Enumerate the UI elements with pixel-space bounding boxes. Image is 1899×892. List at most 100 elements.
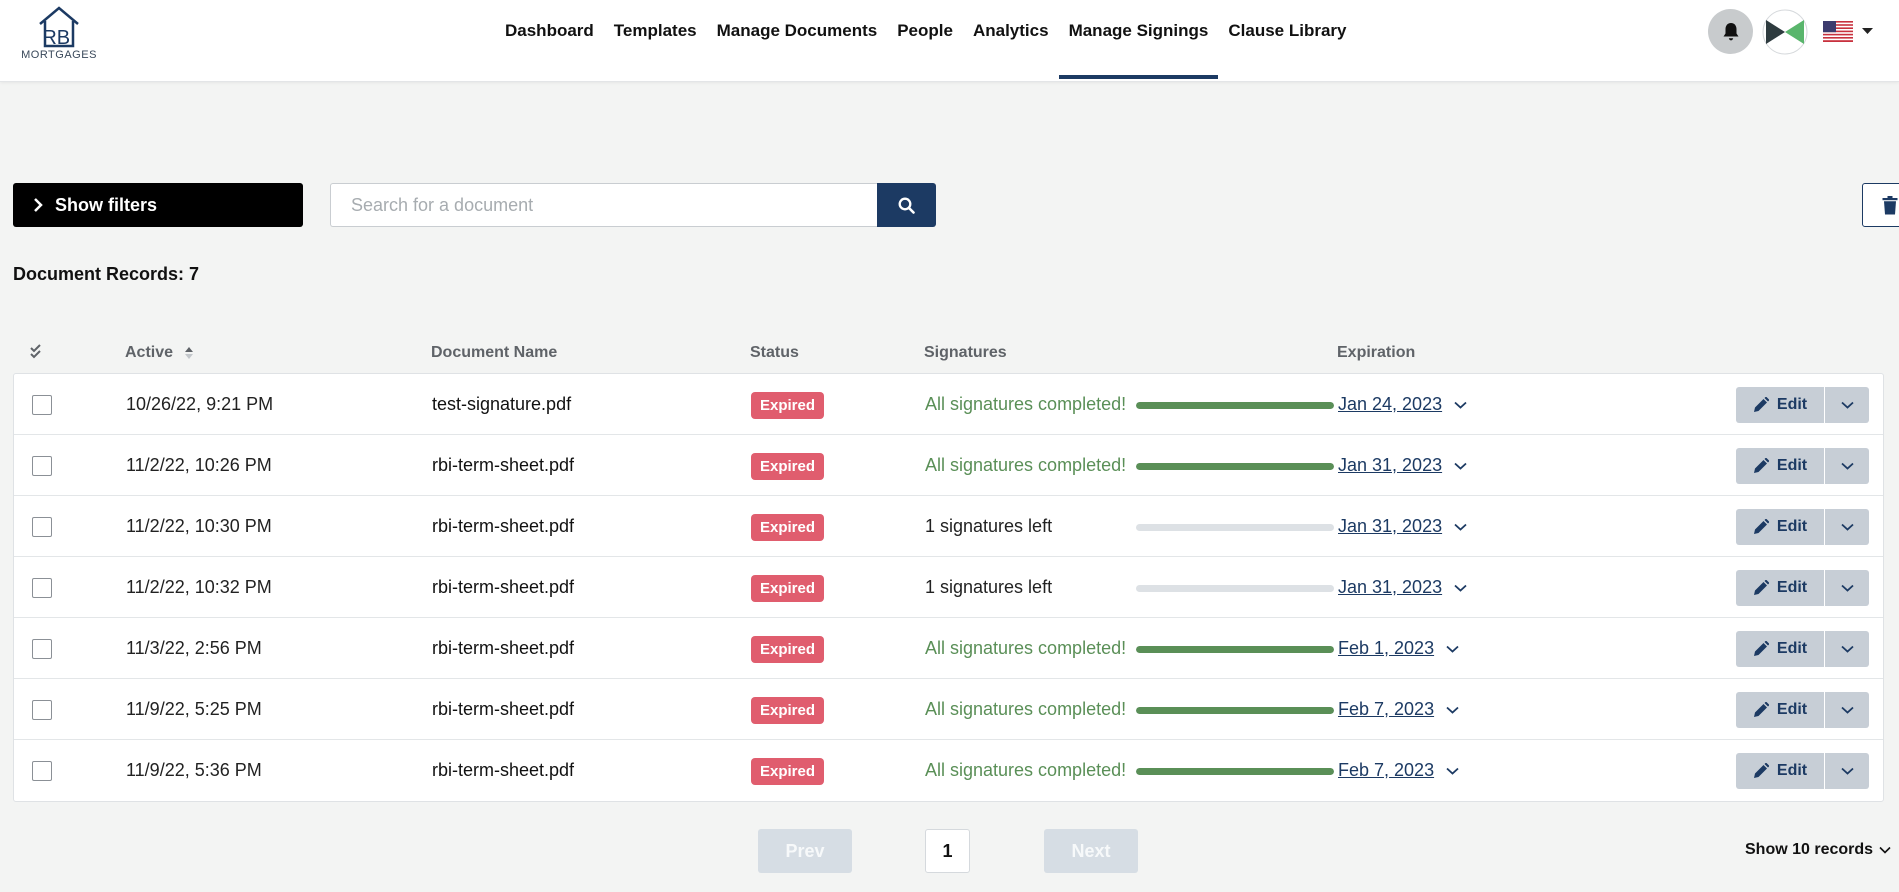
show-records-label: Show 10 records xyxy=(1745,841,1874,858)
trash-icon xyxy=(1882,195,1898,214)
table-row[interactable]: 11/2/22, 10:26 PM rbi-term-sheet.pdf Expir… xyxy=(14,435,1883,496)
chevron-down-icon xyxy=(1840,767,1854,775)
language-selector[interactable] xyxy=(1823,21,1853,42)
show-records-dropdown[interactable]: Show 10 records xyxy=(1745,841,1891,859)
expiration-date-text: Jan 31, 2023 xyxy=(1338,516,1443,536)
row-actions-dropdown[interactable] xyxy=(1825,387,1869,423)
show-filters-button[interactable]: Show filters xyxy=(13,183,303,227)
delete-button[interactable] xyxy=(1862,183,1899,227)
signatures-status: All signatures completed! xyxy=(925,455,1127,475)
language-caret-icon[interactable] xyxy=(1862,27,1873,35)
expiration-date[interactable]: Jan 31, 2023 xyxy=(1338,496,1467,557)
pencil-icon xyxy=(1753,458,1769,473)
row-actions-dropdown[interactable] xyxy=(1825,753,1869,789)
row-checkbox[interactable] xyxy=(32,456,52,476)
edit-button[interactable]: Edit xyxy=(1736,570,1824,606)
document-name[interactable]: rbi-term-sheet.pdf xyxy=(432,435,574,496)
nav-item-analytics[interactable]: Analytics xyxy=(963,0,1059,79)
row-checkbox[interactable] xyxy=(32,517,52,537)
page-number-button[interactable]: 1 xyxy=(925,829,970,873)
table-row[interactable]: 11/2/22, 10:30 PM rbi-term-sheet.pdf Expir… xyxy=(14,496,1883,557)
edit-button[interactable]: Edit xyxy=(1736,753,1824,789)
table-row[interactable]: 11/2/22, 10:32 PM rbi-term-sheet.pdf Expir… xyxy=(14,557,1883,618)
signature-progress-fill xyxy=(1136,646,1334,653)
expiration-date[interactable]: Feb 1, 2023 xyxy=(1338,618,1459,679)
status-badge: Expired xyxy=(751,453,825,480)
signature-progress-bar xyxy=(1136,585,1334,592)
chevron-down-icon xyxy=(1840,645,1854,653)
document-name[interactable]: rbi-term-sheet.pdf xyxy=(432,679,574,740)
row-actions-dropdown[interactable] xyxy=(1825,509,1869,545)
signature-progress-fill xyxy=(1136,707,1334,714)
signature-progress-fill xyxy=(1136,463,1334,470)
document-name[interactable]: test-signature.pdf xyxy=(432,374,571,435)
document-name[interactable]: rbi-term-sheet.pdf xyxy=(432,557,574,618)
edit-label: Edit xyxy=(1776,701,1808,718)
edit-button[interactable]: Edit xyxy=(1736,631,1824,667)
expiration-date[interactable]: Jan 31, 2023 xyxy=(1338,557,1467,618)
edit-label: Edit xyxy=(1776,518,1808,535)
table-row[interactable]: 11/9/22, 5:25 PM rbi-term-sheet.pdf Expire… xyxy=(14,679,1883,740)
sort-icon[interactable] xyxy=(185,346,194,359)
nav-item-clause-library[interactable]: Clause Library xyxy=(1218,0,1356,79)
signatures-status: 1 signatures left xyxy=(925,577,1053,597)
row-checkbox[interactable] xyxy=(32,761,52,781)
active-date: 11/2/22, 10:26 PM xyxy=(126,455,272,475)
active-date: 10/26/22, 9:21 PM xyxy=(126,394,274,414)
edit-label: Edit xyxy=(1776,579,1808,596)
row-actions-dropdown[interactable] xyxy=(1825,570,1869,606)
search-input[interactable] xyxy=(330,183,878,227)
next-page-button[interactable]: Next xyxy=(1044,829,1138,873)
nav-item-manage-documents[interactable]: Manage Documents xyxy=(707,0,888,79)
row-checkbox[interactable] xyxy=(32,639,52,659)
expiration-date-text: Feb 1, 2023 xyxy=(1338,638,1435,658)
row-checkbox[interactable] xyxy=(32,700,52,720)
edit-button[interactable]: Edit xyxy=(1736,448,1824,484)
nav-item-people[interactable]: People xyxy=(887,0,963,79)
document-table: 10/26/22, 9:21 PM test-signature.pdf Expir… xyxy=(13,373,1884,802)
signature-progress-bar xyxy=(1136,707,1334,714)
main-nav: Dashboard Templates Manage Documents People… xyxy=(495,0,1356,81)
row-checkbox[interactable] xyxy=(32,578,52,598)
chevron-down-icon xyxy=(1454,523,1467,531)
notifications-button[interactable] xyxy=(1708,9,1753,54)
select-all-icon[interactable] xyxy=(30,344,45,360)
edit-button[interactable]: Edit xyxy=(1736,387,1824,423)
edit-button[interactable]: Edit xyxy=(1736,692,1824,728)
table-row[interactable]: 11/3/22, 2:56 PM rbi-term-sheet.pdf Expire… xyxy=(14,618,1883,679)
table-row[interactable]: 11/9/22, 5:36 PM rbi-term-sheet.pdf Expire… xyxy=(14,740,1883,801)
expiration-date-text: Jan 31, 2023 xyxy=(1338,455,1443,475)
row-actions-dropdown[interactable] xyxy=(1825,692,1869,728)
user-avatar[interactable] xyxy=(1762,9,1808,55)
status-badge: Expired xyxy=(751,636,825,663)
prev-page-button[interactable]: Prev xyxy=(758,829,852,873)
row-actions-dropdown[interactable] xyxy=(1825,448,1869,484)
document-name[interactable]: rbi-term-sheet.pdf xyxy=(432,496,574,557)
status-badge: Expired xyxy=(751,758,825,785)
search-button[interactable] xyxy=(877,183,936,227)
edit-label: Edit xyxy=(1776,762,1808,779)
column-header-active[interactable]: Active xyxy=(125,344,194,362)
nav-item-manage-signings[interactable]: Manage Signings xyxy=(1058,0,1219,79)
document-name[interactable]: rbi-term-sheet.pdf xyxy=(432,618,574,679)
row-actions-dropdown[interactable] xyxy=(1825,631,1869,667)
nav-item-templates[interactable]: Templates xyxy=(604,0,707,79)
expiration-date[interactable]: Jan 31, 2023 xyxy=(1338,435,1467,496)
active-date: 11/2/22, 10:30 PM xyxy=(126,516,272,536)
signature-progress-fill xyxy=(1136,402,1334,409)
logo-subtitle: MORTGAGES xyxy=(21,49,97,61)
nav-item-dashboard[interactable]: Dashboard xyxy=(495,0,604,79)
expiration-date-text: Feb 7, 2023 xyxy=(1338,760,1435,780)
us-flag-icon xyxy=(1823,21,1853,42)
expiration-date[interactable]: Jan 24, 2023 xyxy=(1338,374,1467,435)
active-date: 11/9/22, 5:36 PM xyxy=(126,760,262,780)
expiration-date[interactable]: Feb 7, 2023 xyxy=(1338,679,1459,740)
table-row[interactable]: 10/26/22, 9:21 PM test-signature.pdf Expir… xyxy=(14,374,1883,435)
document-name[interactable]: rbi-term-sheet.pdf xyxy=(432,740,574,801)
row-checkbox[interactable] xyxy=(32,395,52,415)
edit-label: Edit xyxy=(1776,640,1808,657)
chevron-down-icon xyxy=(1454,584,1467,592)
pencil-icon xyxy=(1753,580,1769,595)
expiration-date[interactable]: Feb 7, 2023 xyxy=(1338,740,1459,801)
edit-button[interactable]: Edit xyxy=(1736,509,1824,545)
